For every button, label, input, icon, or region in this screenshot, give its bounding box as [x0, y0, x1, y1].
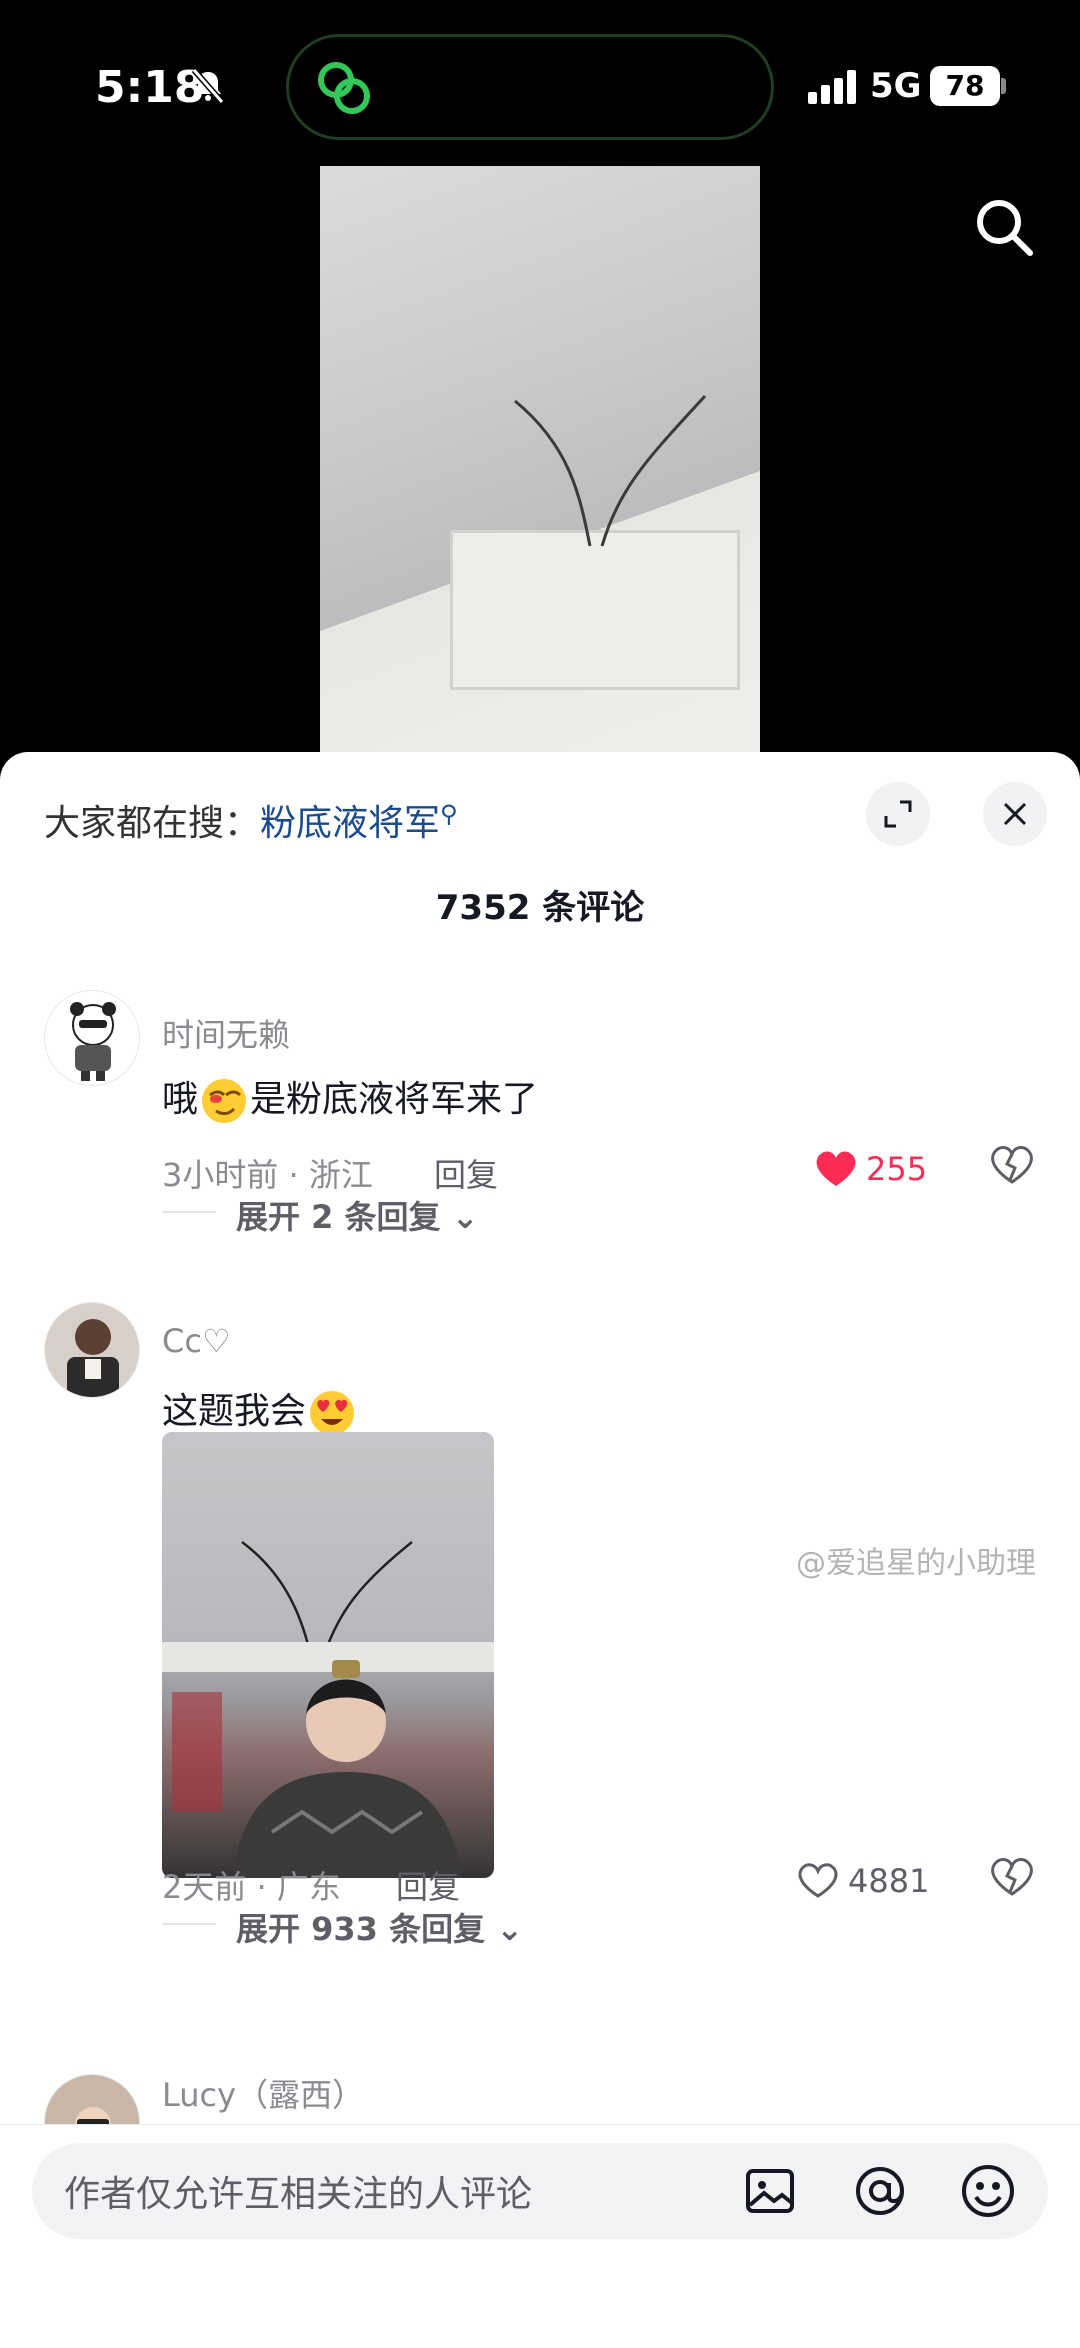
trending-query-link[interactable]: 粉底液将军	[260, 803, 440, 844]
heart-outline-icon[interactable]	[796, 1860, 840, 1900]
like-count: 255	[866, 1150, 928, 1188]
close-sheet-button[interactable]	[983, 782, 1047, 846]
battery-icon: 78	[930, 66, 1000, 106]
comment-text: 这题我会	[162, 1382, 358, 1439]
reply-button[interactable]: 回复	[434, 1150, 498, 1196]
comment-username[interactable]: 时间无赖	[162, 1010, 290, 1056]
avatar[interactable]	[44, 990, 140, 1086]
liked-heart-icon[interactable]	[814, 1148, 858, 1188]
comment-photo-illustration	[162, 1541, 494, 1878]
fullscreen-icon	[884, 800, 912, 828]
expand-sheet-button[interactable]	[866, 782, 930, 846]
avatar[interactable]	[44, 1302, 140, 1398]
video-antenna-lines	[514, 394, 707, 547]
comment-meta: 2天前 · 广东	[162, 1868, 341, 1906]
link-icon	[318, 62, 370, 114]
image-icon[interactable]	[738, 2159, 802, 2223]
chevron-down-icon: ⌄	[440, 1198, 479, 1236]
dislike-broken-heart-icon[interactable]	[990, 1854, 1034, 1898]
smirk-emoji-icon	[202, 1079, 247, 1123]
comment-image[interactable]	[162, 1432, 494, 1878]
comment-input[interactable]: 作者仅允许互相关注的人评论	[32, 2143, 1048, 2239]
video-player[interactable]	[320, 166, 760, 756]
expand-replies-button[interactable]: 展开 933 条回复 ⌄	[236, 1904, 523, 1950]
comment-text-start: 哦	[162, 1079, 199, 1120]
dislike-broken-heart-icon[interactable]	[990, 1142, 1034, 1186]
comment-username[interactable]: Cc♡	[162, 1322, 231, 1360]
like-count: 4881	[848, 1862, 930, 1900]
comment-meta: 3小时前 · 浙江	[162, 1156, 373, 1194]
trending-prefix: 大家都在搜：	[44, 803, 261, 844]
network-type: 5G	[870, 66, 922, 106]
watermark: @爱追星的小助理	[796, 1546, 1036, 1581]
trending-search[interactable]: 大家都在搜：粉底液将军⚲	[44, 794, 458, 846]
signal-icon	[808, 70, 856, 104]
expand-divider	[162, 1923, 216, 1925]
close-icon	[1003, 802, 1027, 826]
expand-replies-label: 展开 933 条回复	[236, 1910, 486, 1948]
status-bar: 5:18 5G 78	[0, 0, 1080, 160]
dynamic-island[interactable]	[286, 34, 774, 140]
expand-replies-button[interactable]: 展开 2 条回复 ⌄	[236, 1192, 479, 1238]
comment-text-end: 是粉底液将军来了	[250, 1079, 539, 1120]
reply-button[interactable]: 回复	[396, 1862, 460, 1908]
expand-replies-label: 展开 2 条回复	[236, 1198, 441, 1236]
mention-icon[interactable]	[848, 2159, 912, 2223]
comment-text-body: 这题我会	[162, 1391, 307, 1432]
trending-search-icon: ⚲	[440, 800, 458, 828]
comment-composer: 作者仅允许互相关注的人评论	[0, 2124, 1080, 2348]
search-icon[interactable]	[972, 195, 1036, 259]
comment-input-placeholder: 作者仅允许互相关注的人评论	[64, 2174, 533, 2215]
muted-bell-icon	[191, 68, 225, 104]
battery-tip	[1001, 78, 1006, 94]
comment-text: 哦 是粉底液将军来了	[162, 1070, 538, 1127]
comment-username[interactable]: Lucy（露西）	[162, 2070, 364, 2116]
panda-avatar-icon	[45, 991, 139, 1085]
girl-avatar-icon	[45, 1303, 139, 1397]
comment-count: 7352 条评论	[435, 888, 645, 928]
chevron-down-icon: ⌄	[485, 1910, 524, 1948]
emoji-icon[interactable]	[956, 2159, 1020, 2223]
expand-divider	[162, 1211, 216, 1213]
